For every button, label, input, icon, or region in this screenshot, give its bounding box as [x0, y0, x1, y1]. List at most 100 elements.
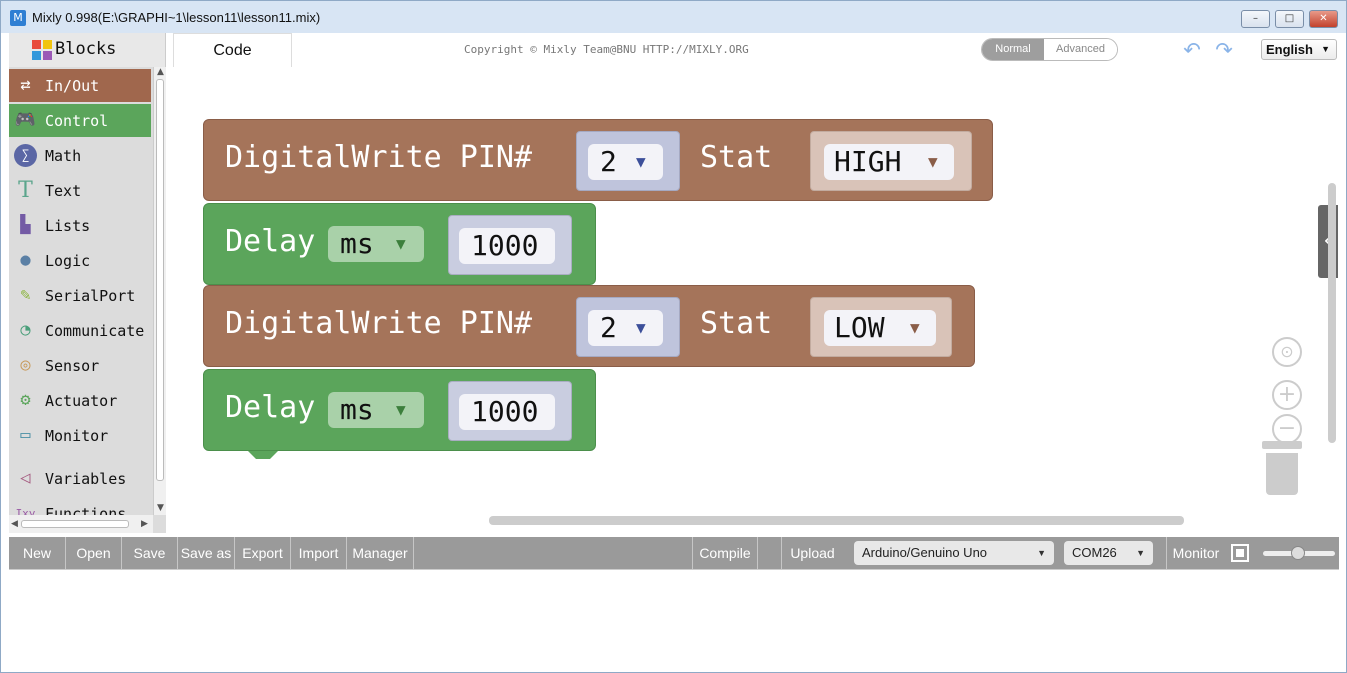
category-control[interactable]: 🎮 Control	[9, 104, 151, 137]
chevron-down-icon: ▼	[1037, 548, 1046, 558]
category-variables[interactable]: ◁ Variables	[9, 462, 151, 495]
scroll-down-icon[interactable]: ▼	[157, 503, 164, 513]
trash-body	[1266, 453, 1298, 495]
export-button[interactable]: Export	[235, 537, 291, 569]
tab-code[interactable]: Code	[173, 33, 292, 67]
mixly-app-icon: M	[10, 10, 26, 26]
category-math[interactable]: ∑ Math	[9, 139, 151, 172]
chevron-down-icon: ▼	[928, 152, 938, 171]
bulb-icon: ●	[20, 250, 31, 270]
category-monitor[interactable]: ▭ Monitor	[9, 419, 151, 452]
category-sensor[interactable]: ◎ Sensor	[9, 349, 151, 382]
redo-icon[interactable]: ↷	[1213, 39, 1235, 61]
digitalwrite-block[interactable]: DigitalWrite PIN# 2 ▼ Stat LOW ▼	[203, 285, 975, 367]
import-button[interactable]: Import	[291, 537, 347, 569]
board-select[interactable]: Arduino/Genuino Uno ▼	[854, 541, 1054, 565]
undo-icon[interactable]: ↶	[1181, 39, 1203, 61]
digitalwrite-block[interactable]: DigitalWrite PIN# 2 ▼ Stat HIGH ▼	[203, 119, 993, 201]
monitor-icon: ▭	[20, 425, 31, 445]
category-label: Communicate	[45, 322, 145, 340]
block-label: Delay	[225, 390, 316, 425]
scroll-up-icon[interactable]: ▲	[157, 67, 164, 77]
language-select[interactable]: English ▼	[1261, 39, 1337, 60]
zoom-in-icon[interactable]: +	[1272, 380, 1302, 410]
category-label: Control	[45, 112, 109, 130]
category-serialport[interactable]: ✎ SerialPort	[9, 279, 151, 312]
sensor-icon: ◎	[20, 355, 31, 375]
title-bar: M Mixly 0.998(E:\GRAPHI~1\lesson11\lesso…	[1, 1, 1346, 33]
window-title: Mixly 0.998(E:\GRAPHI~1\lesson11\lesson1…	[32, 10, 321, 25]
stat-value: HIGH	[834, 145, 902, 178]
workspace-vertical-scrollbar[interactable]	[1328, 183, 1336, 443]
gamepad-icon: 🎮	[14, 110, 37, 130]
pin-value: 2	[600, 311, 617, 344]
tab-blocks-label: Blocks	[55, 39, 117, 59]
toolbox-vertical-scrollbar[interactable]: ▲ ▼	[153, 67, 166, 515]
open-button[interactable]: Open	[66, 537, 122, 569]
scrollbar-thumb[interactable]	[156, 79, 164, 481]
monitor-button[interactable]: Monitor	[1166, 537, 1225, 569]
output-console[interactable]	[9, 569, 1339, 664]
delay-block[interactable]: Delay ms ▼ 1000	[203, 369, 596, 451]
tab-blocks[interactable]: Blocks	[9, 33, 166, 67]
unit-dropdown[interactable]: ms ▼	[328, 392, 424, 428]
delay-block[interactable]: Delay ms ▼ 1000	[203, 203, 596, 285]
port-value: COM26	[1072, 545, 1117, 560]
blocks-workspace[interactable]: DigitalWrite PIN# 2 ▼ Stat HIGH ▼ Delay …	[166, 67, 1339, 529]
stat-value: LOW	[834, 311, 885, 344]
block-label: Delay	[225, 224, 316, 259]
mode-advanced-button[interactable]: Advanced	[1044, 39, 1117, 60]
scroll-right-icon[interactable]: ▶	[141, 519, 148, 529]
minimize-button[interactable]: –	[1241, 10, 1270, 28]
save-as-button[interactable]: Save as	[178, 537, 235, 569]
chevron-down-icon: ▼	[910, 318, 920, 337]
mode-normal-button[interactable]: Normal	[982, 39, 1044, 60]
variables-icon: ◁	[20, 468, 31, 488]
scroll-left-icon[interactable]: ◀	[11, 519, 18, 529]
save-button[interactable]: Save	[122, 537, 178, 569]
workspace-horizontal-scrollbar[interactable]	[489, 516, 1184, 525]
category-label: In/Out	[45, 77, 100, 95]
category-label: Text	[45, 182, 82, 200]
category-label: Actuator	[45, 392, 118, 410]
category-lists[interactable]: ▙ Lists	[9, 209, 151, 242]
category-communicate[interactable]: ◔ Communicate	[9, 314, 151, 347]
upload-button[interactable]: Upload	[782, 537, 843, 569]
slider-knob[interactable]	[1291, 546, 1305, 560]
chevron-down-icon: ▼	[1321, 44, 1330, 54]
trash-lid	[1262, 441, 1302, 449]
category-label: Variables	[45, 470, 127, 488]
delay-value-field[interactable]: 1000	[459, 394, 555, 430]
mode-toggle: Normal Advanced	[981, 38, 1118, 61]
category-logic[interactable]: ● Logic	[9, 244, 151, 277]
math-icon: ∑	[14, 144, 37, 167]
trash-icon[interactable]	[1262, 441, 1302, 495]
category-label: Lists	[45, 217, 91, 235]
scrollbar-thumb[interactable]	[21, 520, 129, 528]
unit-value: ms	[340, 227, 374, 260]
delay-value-field[interactable]: 1000	[459, 228, 555, 264]
chip-icon[interactable]	[1231, 544, 1249, 562]
close-button[interactable]: ✕	[1309, 10, 1338, 28]
category-inout[interactable]: ⇄ In/Out	[9, 69, 151, 102]
port-select[interactable]: COM26 ▼	[1064, 541, 1153, 565]
manager-button[interactable]: Manager	[347, 537, 414, 569]
unit-value: ms	[340, 393, 374, 426]
category-text[interactable]: T Text	[9, 174, 151, 207]
unit-dropdown[interactable]: ms ▼	[328, 226, 424, 262]
chevron-down-icon: ▼	[396, 234, 406, 253]
serial-icon: ✎	[20, 285, 31, 305]
stat-dropdown[interactable]: LOW ▼	[824, 310, 936, 346]
stat-dropdown[interactable]: HIGH ▼	[824, 144, 954, 180]
new-button[interactable]: New	[9, 537, 66, 569]
maximize-button[interactable]: □	[1275, 10, 1304, 28]
toolbox-horizontal-scrollbar[interactable]: ◀ ▶	[9, 515, 153, 533]
pin-dropdown[interactable]: 2 ▼	[588, 144, 663, 180]
zoom-out-icon[interactable]: −	[1272, 414, 1302, 444]
category-actuator[interactable]: ⚙ Actuator	[9, 384, 151, 417]
category-label: Math	[45, 147, 82, 165]
font-size-slider[interactable]	[1263, 546, 1335, 560]
pin-dropdown[interactable]: 2 ▼	[588, 310, 663, 346]
compile-button[interactable]: Compile	[692, 537, 758, 569]
recenter-icon[interactable]: ⊙	[1272, 337, 1302, 367]
